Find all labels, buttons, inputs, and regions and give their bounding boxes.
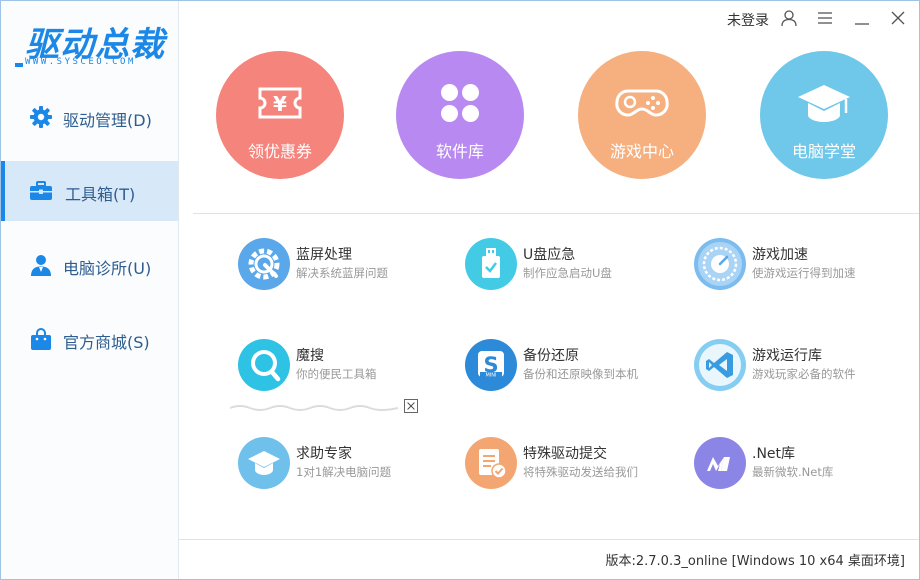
- sidebar-item-label: 工具箱(T): [65, 185, 136, 204]
- shopping-bag-icon: [31, 328, 51, 350]
- feature-pc-academy[interactable]: 电脑学堂: [760, 51, 888, 179]
- tool-desc: 制作应急启动U盘: [523, 266, 612, 280]
- minimize-icon[interactable]: [851, 7, 873, 29]
- tool-usb-emergency[interactable]: U盘应急 制作应急启动U盘: [465, 238, 675, 294]
- version-info: 版本:2.7.0.3_online [Windows 10 x64 桌面环境]: [605, 554, 906, 569]
- feature-software-library[interactable]: 软件库: [396, 51, 524, 179]
- feature-label: 领优惠券: [247, 142, 312, 161]
- tool-name: 游戏运行库: [752, 348, 822, 364]
- sidebar-item-label: 电脑诊所(U): [63, 259, 152, 278]
- tool-special-driver-submit[interactable]: 特殊驱动提交 将特殊驱动发送给我们: [465, 437, 675, 493]
- tool-backup-restore[interactable]: S MINI 备份还原 备份和还原映像到本机: [465, 339, 675, 395]
- close-icon[interactable]: [887, 7, 909, 29]
- status-bar: 版本:2.7.0.3_online [Windows 10 x64 桌面环境]: [179, 539, 919, 579]
- feature-coupons[interactable]: ¥ 领优惠券: [216, 51, 344, 179]
- svg-text:¥: ¥: [273, 92, 287, 116]
- gear-wrench-icon: [238, 238, 290, 290]
- feature-label: 电脑学堂: [791, 142, 856, 161]
- usb-drive-icon: [465, 238, 517, 290]
- feature-game-center[interactable]: 游戏中心: [578, 51, 706, 179]
- menu-icon[interactable]: [814, 7, 836, 29]
- document-check-icon: [465, 437, 517, 489]
- tool-desc: 备份和还原映像到本机: [523, 367, 638, 381]
- magnifier-icon: [238, 339, 290, 391]
- backup-icon: S MINI: [465, 339, 517, 391]
- tool-desc: 最新微软.Net库: [752, 465, 834, 479]
- dotnet-icon: [694, 437, 746, 489]
- section-divider: [193, 213, 919, 214]
- speedometer-icon: [694, 238, 746, 290]
- gamepad-icon: [615, 89, 669, 117]
- sidebar-item-toolbox[interactable]: 工具箱(T): [1, 161, 178, 221]
- tool-desc: 你的便民工具箱: [296, 367, 377, 381]
- graduation-cap-icon: [798, 85, 850, 122]
- svg-text:MINI: MINI: [485, 373, 496, 379]
- tool-desc: 将特殊驱动发送给我们: [523, 465, 638, 479]
- tool-desc: 1对1解决电脑问题: [296, 465, 392, 479]
- sidebar-item-driver-management[interactable]: 驱动管理(D): [1, 87, 178, 147]
- sidebar-item-pc-clinic[interactable]: 电脑诊所(U): [1, 235, 178, 295]
- tool-name: 求助专家: [296, 446, 352, 462]
- tool-name: 特殊驱动提交: [523, 446, 607, 462]
- ad-close-icon[interactable]: [404, 399, 418, 413]
- tool-desc: 使游戏运行得到加速: [752, 266, 856, 280]
- logo-accent-bar: [15, 63, 23, 67]
- visual-studio-icon: [694, 339, 746, 391]
- tool-name: 蓝屏处理: [296, 247, 352, 263]
- tool-desc: 游戏玩家必备的软件: [752, 367, 856, 381]
- login-link[interactable]: 未登录: [727, 10, 769, 30]
- user-icon[interactable]: [778, 7, 800, 29]
- tool-dotnet-library[interactable]: .Net库 最新微软.Net库: [694, 437, 904, 493]
- feature-label: 游戏中心: [609, 142, 674, 161]
- ad-banner-strip: [230, 405, 398, 411]
- coupon-icon: ¥: [258, 87, 302, 119]
- tool-name: 游戏加速: [752, 247, 808, 263]
- tool-game-accelerate[interactable]: 游戏加速 使游戏运行得到加速: [694, 238, 904, 294]
- tool-name: U盘应急: [523, 247, 576, 263]
- logo-subtitle: WWW.SYSCEO.COM: [25, 57, 136, 67]
- gear-icon: [30, 106, 52, 128]
- sidebar-item-official-store[interactable]: 官方商城(S): [1, 309, 178, 369]
- sidebar-item-label: 驱动管理(D): [63, 111, 152, 130]
- tool-name: 魔搜: [296, 348, 324, 364]
- tool-name: .Net库: [752, 446, 796, 462]
- app-logo: 驱动总裁 WWW.SYSCEO.COM: [15, 17, 167, 73]
- tool-desc: 解决系统蓝屏问题: [296, 266, 388, 280]
- sidebar-item-label: 官方商城(S): [63, 333, 150, 352]
- feature-label: 软件库: [435, 142, 484, 161]
- tool-bsod-fix[interactable]: 蓝屏处理 解决系统蓝屏问题: [238, 238, 448, 294]
- expert-cap-icon: [238, 437, 290, 489]
- toolbox-icon: [30, 181, 52, 200]
- app-window: 驱动总裁 WWW.SYSCEO.COM 驱动管理(D) 工具箱(T) 电脑诊所(…: [0, 0, 920, 580]
- tool-name: 备份还原: [523, 348, 579, 364]
- doctor-icon: [31, 255, 51, 276]
- tool-game-runtime[interactable]: 游戏运行库 游戏玩家必备的软件: [694, 339, 904, 395]
- clover-icon: [441, 84, 479, 122]
- tool-mosou[interactable]: 魔搜 你的便民工具箱: [238, 339, 448, 395]
- sidebar: 驱动总裁 WWW.SYSCEO.COM 驱动管理(D) 工具箱(T) 电脑诊所(…: [1, 1, 179, 579]
- tool-expert-help[interactable]: 求助专家 1对1解决电脑问题: [238, 437, 448, 493]
